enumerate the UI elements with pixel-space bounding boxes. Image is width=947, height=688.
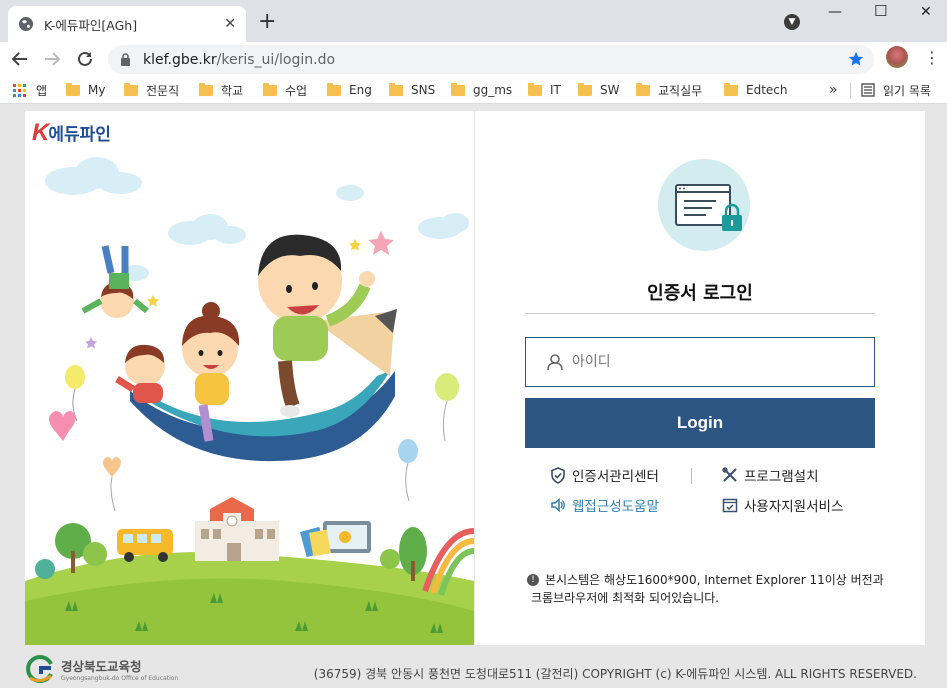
resolution-notice: ! 본시스템은 해상도1600*900, Internet Explorer 11… [527,571,887,607]
program-install-link[interactable]: 프로그램설치 [722,465,819,485]
page-viewport: K 에듀파인 인증서 로그인 아이디 Login 인증서관리센터 프로그램설치 … [0,104,947,688]
bookmark-label: 수업 [285,83,308,98]
tools-icon [722,467,738,483]
notice-line-1: 본시스템은 해상도1600*900, Internet Explorer 11이… [545,573,884,587]
url-path: /keris_ui/login.do [216,51,336,68]
bookmark-label: 전문직 [146,83,180,98]
bookmark-label: Eng [349,83,372,97]
login-title: 인증서 로그인 [647,283,753,304]
accessibility-help-link[interactable]: 웹접근성도움말 [550,495,659,515]
gbe-logo: 경상북도교육청 Gyeongsangbuk-do Office of Educa… [25,654,178,684]
info-icon: ! [527,574,539,586]
more-bookmarks-button[interactable]: » [829,81,838,99]
cert-center-label: 인증서관리센터 [572,469,659,485]
bookmark-label: My [88,83,106,97]
org-name-en: Gyeongsangbuk-do Office of Education [61,675,179,682]
forward-icon[interactable] [41,48,63,70]
certificate-lock-icon [658,159,750,251]
new-tab-button[interactable]: + [258,10,276,34]
cert-center-link[interactable]: 인증서관리센터 [550,465,659,485]
bookmark-folder[interactable]: IT [528,81,561,99]
globe-icon [18,16,34,32]
bookmark-label: gg_ms [473,83,513,97]
close-tab-icon[interactable]: ✕ [224,16,236,32]
tab-title: K-에듀파인[AGh] [44,17,138,33]
profile-avatar[interactable] [886,46,908,68]
bookmark-folder[interactable]: SW [578,81,619,99]
bookmark-folder[interactable]: 전문직 [124,81,179,99]
folder-icon [124,82,138,96]
bookmark-folder[interactable]: My [66,81,105,99]
close-window-icon[interactable]: ✕ [920,4,932,20]
bookmark-folder[interactable]: gg_ms [451,81,512,99]
bookmark-label: 학교 [221,83,244,98]
folder-icon [263,82,277,96]
folder-icon [327,82,341,96]
bookmark-folder[interactable]: Edtech [724,81,788,99]
maximize-icon[interactable]: ☐ [874,2,887,20]
reload-icon[interactable] [74,48,96,70]
bookmark-label: SW [600,83,620,97]
tab-strip: K-에듀파인[AGh] ✕ + ▼ — ☐ ✕ [0,0,947,42]
accessibility-help-label: 웹접근성도움말 [572,499,659,515]
lock-icon[interactable] [120,53,131,66]
minimize-icon[interactable]: — [828,4,842,20]
user-support-link[interactable]: 사용자지원서비스 [722,495,843,515]
bookmark-label: Edtech [746,83,788,97]
bookmark-folder[interactable]: 학교 [199,81,243,99]
apps-grid-icon [13,83,26,97]
bookmark-star-icon[interactable] [848,51,864,71]
folder-icon [389,82,403,96]
bookmark-label: SNS [411,83,436,97]
reading-list-button[interactable]: 읽기 목록 [861,81,931,99]
notice-line-2: 크롬브라우저에 최적화 되어있습니다. [531,591,720,605]
program-install-label: 프로그램설치 [744,469,819,485]
menu-kebab-icon[interactable]: ⋮ [924,48,940,67]
divider [525,313,875,314]
bookmark-folder[interactable]: 수업 [263,81,307,99]
illustration-panel: K 에듀파인 [25,111,474,645]
page-footer: 경상북도교육청 Gyeongsangbuk-do Office of Educa… [0,649,947,688]
speaker-icon [550,497,566,513]
folder-icon [578,82,592,96]
gbe-emblem-icon [25,654,55,684]
folder-icon [451,82,465,96]
reading-list-icon [861,83,875,97]
checkbox-icon [722,497,738,513]
bookmark-apps[interactable]: 앱 [13,81,47,99]
address-bar[interactable]: klef.gbe.kr/keris_ui/login.do [108,45,874,74]
folder-icon [66,82,80,96]
url-domain: klef.gbe.kr [143,51,217,68]
user-icon [546,353,564,371]
bookmarks-bar: 앱 My 전문직 학교 수업 Eng SNS gg_ms IT SW 교직실무 … [0,77,947,104]
org-name: 경상북도교육청 [61,659,142,674]
folder-icon [199,82,213,96]
bookmark-label: 교직실무 [658,83,703,98]
user-support-label: 사용자지원서비스 [744,499,844,515]
id-field[interactable] [525,337,875,387]
folder-icon [724,82,738,96]
browser-toolbar: klef.gbe.kr/keris_ui/login.do ⋮ [0,42,947,77]
reading-list-label: 읽기 목록 [883,83,931,98]
footer-copyright: (36759) 경북 안동시 풍천면 도청대로511 (갈전리) COPYRIG… [313,667,917,681]
folder-icon [636,82,650,96]
tab-search-icon[interactable]: ▼ [784,14,800,30]
folder-icon [528,82,542,96]
bookmark-folder[interactable]: SNS [389,81,435,99]
bookmark-label: 앱 [36,83,48,98]
login-button[interactable]: Login [525,398,875,448]
back-icon[interactable] [9,48,31,70]
divider [850,83,851,99]
bookmark-folder[interactable]: 교직실무 [636,81,702,99]
bookmark-folder[interactable]: Eng [327,81,372,99]
bookmark-label: IT [550,83,561,97]
login-panel: 인증서 로그인 Login 인증서관리센터 프로그램설치 웹접 [475,111,925,645]
id-input[interactable] [572,354,852,370]
divider [691,468,692,484]
shield-icon [550,466,566,484]
kids-on-pencil-illustration [25,157,474,645]
browser-tab[interactable]: K-에듀파인[AGh] ✕ [8,6,246,42]
